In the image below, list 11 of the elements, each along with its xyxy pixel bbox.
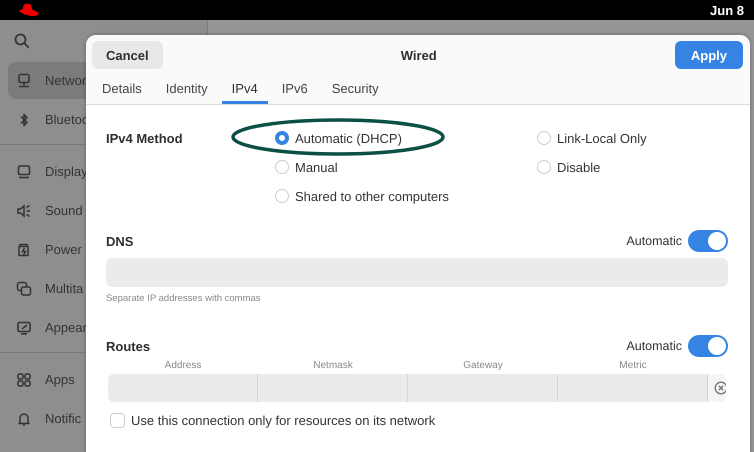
section-label: DNS xyxy=(106,232,134,250)
column-header: Netmask xyxy=(312,360,354,373)
column-header: Address xyxy=(164,360,202,373)
toggle-label: Automatic xyxy=(626,339,682,353)
section-label: IPv4 Method xyxy=(106,130,184,148)
column-header: Gateway xyxy=(462,360,504,373)
dialog-title: Wired xyxy=(400,48,437,62)
hint-text: Separate IP addresses with commas xyxy=(106,293,262,304)
toggle-label: Automatic xyxy=(626,234,682,248)
section-label: Routes xyxy=(106,338,150,356)
column-header: Metric xyxy=(618,360,648,373)
